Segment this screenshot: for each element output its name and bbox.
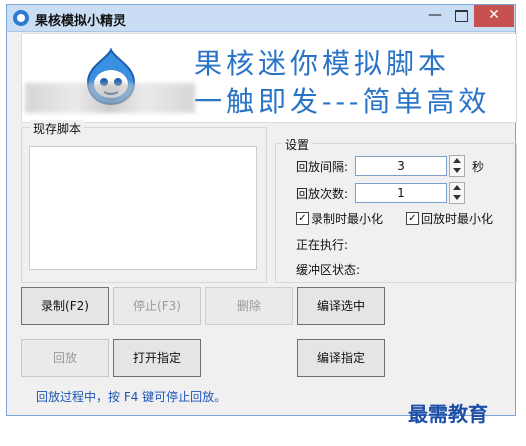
maximize-icon (454, 10, 468, 22)
settings-group-label: 设置 (282, 136, 313, 153)
compile-selected-button[interactable]: 编译选中 (297, 287, 385, 325)
watermark-logo: 最需教育 (408, 402, 488, 426)
interval-spinner[interactable] (449, 155, 465, 177)
delete-button[interactable]: 删除 (205, 287, 293, 325)
play-button[interactable]: 回放 (21, 339, 109, 377)
title-bar[interactable]: 果核模拟小精灵 — ✕ (7, 5, 515, 32)
script-group: 现存脚本 (21, 120, 267, 283)
min-on-play-checkbox[interactable]: ✓ 回放时最小化 (406, 210, 493, 227)
executing-label: 正在执行: (296, 238, 349, 252)
settings-group: 设置 回放间隔: 3 秒 回放次数: 1 ✓ 录制时最小化 ✓ 回放时最小化 正… (275, 136, 517, 283)
script-list[interactable] (29, 146, 257, 270)
status-hint: 回放过程中，按 F4 键可停止回放。 (36, 390, 227, 404)
open-specified-button[interactable]: 打开指定 (113, 339, 201, 377)
close-button[interactable]: ✕ (474, 5, 514, 27)
blurred-region (25, 83, 195, 113)
minimize-button[interactable]: — (422, 5, 448, 27)
window-title: 果核模拟小精灵 (35, 14, 127, 29)
maximize-button[interactable] (448, 5, 474, 27)
record-button[interactable]: 录制(F2) (21, 287, 109, 325)
app-logo-icon (13, 10, 29, 26)
min-on-play-label: 回放时最小化 (421, 212, 494, 226)
count-spinner[interactable] (449, 182, 465, 204)
min-on-record-checkbox[interactable]: ✓ 录制时最小化 (296, 210, 383, 227)
buffer-status-label: 缓冲区状态: (296, 263, 361, 277)
interval-label: 回放间隔: (296, 160, 349, 174)
min-on-record-label: 录制时最小化 (311, 212, 384, 226)
app-window: 果核模拟小精灵 — ✕ 果核迷你模拟脚本 一触即发---简单高效 现存脚本 设置… (6, 4, 517, 416)
count-label: 回放次数: (296, 187, 349, 201)
script-group-label: 现存脚本 (30, 120, 85, 137)
checkbox-check-icon: ✓ (406, 212, 419, 225)
interval-input[interactable]: 3 (355, 156, 447, 176)
stop-button[interactable]: 停止(F3) (113, 287, 201, 325)
interval-unit: 秒 (472, 160, 485, 174)
count-input[interactable]: 1 (355, 183, 447, 203)
banner-tagline-1: 果核迷你模拟脚本 (194, 47, 451, 80)
banner-tagline-2: 一触即发---简单高效 (194, 85, 491, 118)
compile-specified-button[interactable]: 编译指定 (297, 339, 385, 377)
checkbox-check-icon: ✓ (296, 212, 309, 225)
